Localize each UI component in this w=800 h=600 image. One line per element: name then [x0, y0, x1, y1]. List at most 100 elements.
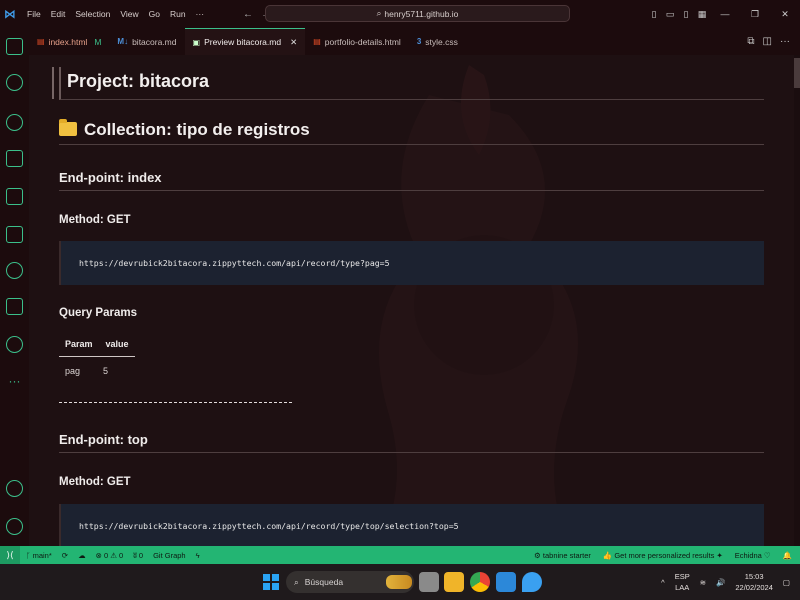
account-icon[interactable]	[6, 480, 23, 497]
table-row: pag 5	[59, 357, 135, 385]
tab-label: index.html	[48, 36, 88, 47]
clock[interactable]: 15:03 22/02/2024	[735, 571, 773, 593]
menu-file[interactable]: File	[22, 9, 46, 19]
collection-heading: Collection: tipo de registros	[59, 115, 764, 145]
menu-edit[interactable]: Edit	[46, 9, 71, 19]
search-icon[interactable]	[6, 74, 23, 91]
preview-scrollbar[interactable]	[794, 55, 800, 546]
echidna-status[interactable]: Echidna ♡	[735, 551, 771, 560]
tab-index-html[interactable]: ▤ index.html M	[29, 28, 109, 55]
tab-style-css[interactable]: 3 style.css	[409, 28, 466, 55]
branch-indicator[interactable]: ᚴ main*	[26, 551, 52, 560]
endpoint-url-code: https://devrubick2bitacora.zippyttech.co…	[59, 241, 764, 285]
personalized-results[interactable]: 👍 Get more personalized results ✦	[603, 551, 723, 560]
problems-indicator[interactable]: ⊗ 0 ⚠ 0	[96, 551, 124, 560]
vscode-logo-icon: ⋈	[4, 7, 16, 21]
param-value: 5	[103, 366, 109, 376]
git-graph-button[interactable]: Git Graph	[153, 551, 186, 560]
menu-selection[interactable]: Selection	[70, 9, 115, 19]
lightning-icon[interactable]: ϟ	[196, 551, 200, 560]
notifications-bell-icon[interactable]: 🔔	[783, 551, 792, 560]
extensions-icon[interactable]	[6, 188, 23, 205]
param-name: pag	[65, 366, 81, 376]
modified-badge: M	[94, 36, 102, 47]
html-icon: ▤	[37, 37, 45, 46]
settings-gear-icon[interactable]	[6, 518, 23, 535]
restore-button[interactable]: ❐	[740, 9, 770, 20]
remote-explorer-icon[interactable]	[6, 226, 23, 243]
windows-start-icon[interactable]	[263, 574, 279, 590]
column-header: value	[105, 339, 129, 349]
cloud-icon[interactable]: ☁	[78, 551, 86, 560]
endpoint-url-code: https://devrubick2bitacora.zippyttech.co…	[59, 504, 764, 546]
tab-bitacora-md[interactable]: M↓ bitacora.md	[109, 28, 184, 55]
endpoint-top-heading: End-point: top	[59, 429, 764, 453]
source-control-icon[interactable]	[6, 114, 23, 131]
tab-label: portfolio-details.html	[324, 36, 401, 47]
git-graph-icon[interactable]	[6, 262, 23, 279]
method-heading: Method: GET	[59, 214, 131, 226]
search-icon: ⌕	[376, 8, 382, 18]
tab-portfolio-details[interactable]: ▤ portfolio-details.html	[305, 28, 409, 55]
folder-icon	[59, 119, 77, 136]
query-params-heading: Query Params	[59, 307, 137, 319]
query-params-table: Param value pag 5	[59, 336, 135, 385]
tab-label: Preview bitacora.md	[204, 37, 282, 47]
gitlens-icon[interactable]	[6, 336, 23, 353]
chrome-icon[interactable]	[470, 572, 490, 592]
preview-icon: ▣	[192, 37, 201, 47]
menu-more[interactable]: ···	[191, 9, 210, 19]
open-source-icon[interactable]: ⧉	[747, 36, 754, 47]
menu-run[interactable]: Run	[165, 9, 191, 19]
windows-taskbar: ⌕ Búsqueda ^ ESP LAA ≋ 🔊 15:03 22/02/2024 …	[0, 564, 800, 600]
method-heading: Method: GET	[59, 476, 131, 488]
markdown-preview: Project: bitacora Collection: tipo de re…	[29, 55, 800, 546]
tab-label: style.css	[425, 36, 458, 47]
toggle-secondary-sidebar-icon[interactable]: ▯	[678, 9, 694, 20]
back-arrow-icon[interactable]: ←	[243, 9, 253, 20]
toggle-primary-sidebar-icon[interactable]: ▯	[646, 9, 662, 20]
minimize-button[interactable]: —	[710, 9, 740, 19]
run-debug-icon[interactable]	[6, 150, 23, 167]
close-window-button[interactable]: ✕	[770, 9, 800, 20]
explorer-icon[interactable]	[6, 38, 23, 55]
vscode-taskbar-icon[interactable]	[496, 572, 516, 592]
close-tab-icon[interactable]: ✕	[290, 37, 297, 48]
command-center-search[interactable]: ⌕ henry5711.github.io	[265, 5, 570, 22]
file-explorer-icon[interactable]	[444, 572, 464, 592]
volume-icon[interactable]: 🔊	[716, 578, 725, 587]
tab-label: bitacora.md	[132, 36, 177, 47]
show-hidden-icons-icon[interactable]: ^	[661, 578, 665, 587]
task-view-icon[interactable]	[419, 572, 439, 592]
title-bar: ⋈ File Edit Selection View Go Run ··· ← …	[0, 0, 800, 28]
more-views-icon[interactable]: ···	[6, 375, 23, 393]
activity-bar: ···	[0, 28, 29, 546]
css-icon: 3	[416, 37, 422, 46]
split-editor-icon[interactable]: ◫	[763, 36, 772, 47]
wifi-icon[interactable]: ≋	[700, 578, 706, 587]
toggle-panel-icon[interactable]: ▭	[662, 9, 678, 20]
menu-bar: File Edit Selection View Go Run ···	[22, 9, 209, 19]
more-actions-icon[interactable]: ···	[780, 36, 790, 47]
menu-go[interactable]: Go	[144, 9, 165, 19]
menu-view[interactable]: View	[115, 9, 143, 19]
html-icon: ▤	[313, 37, 321, 46]
taskbar-search[interactable]: ⌕ Búsqueda	[286, 571, 414, 593]
markdown-icon: M↓	[117, 37, 129, 46]
docker-icon[interactable]	[6, 298, 23, 315]
tabnine-status[interactable]: ⚙ tabnine starter	[534, 551, 591, 560]
workspace-name: henry5711.github.io	[384, 8, 459, 19]
remote-indicator-icon[interactable]: ⟩⟨	[0, 546, 20, 564]
system-tray: ^ ESP LAA ≋ 🔊 15:03 22/02/2024 ▢	[661, 564, 800, 600]
ports-indicator[interactable]: ʬ 0	[133, 551, 143, 560]
tab-preview-bitacora[interactable]: ▣ Preview bitacora.md ✕	[184, 28, 306, 55]
app-icon[interactable]	[522, 572, 542, 592]
customize-layout-icon[interactable]: ▦	[694, 9, 710, 20]
notification-center-icon[interactable]: ▢	[783, 578, 790, 587]
language-indicator[interactable]: ESP LAA	[675, 571, 690, 593]
search-highlight-image	[386, 575, 412, 589]
sync-icon[interactable]: ⟳	[62, 551, 68, 560]
status-bar: ⟩⟨ ᚴ main* ⟳ ☁ ⊗ 0 ⚠ 0 ʬ 0 Git Graph ϟ ⚙…	[0, 546, 800, 564]
column-header: Param	[65, 339, 93, 349]
editor-tabs: ▤ index.html M M↓ bitacora.md ▣ Preview …	[29, 28, 800, 55]
